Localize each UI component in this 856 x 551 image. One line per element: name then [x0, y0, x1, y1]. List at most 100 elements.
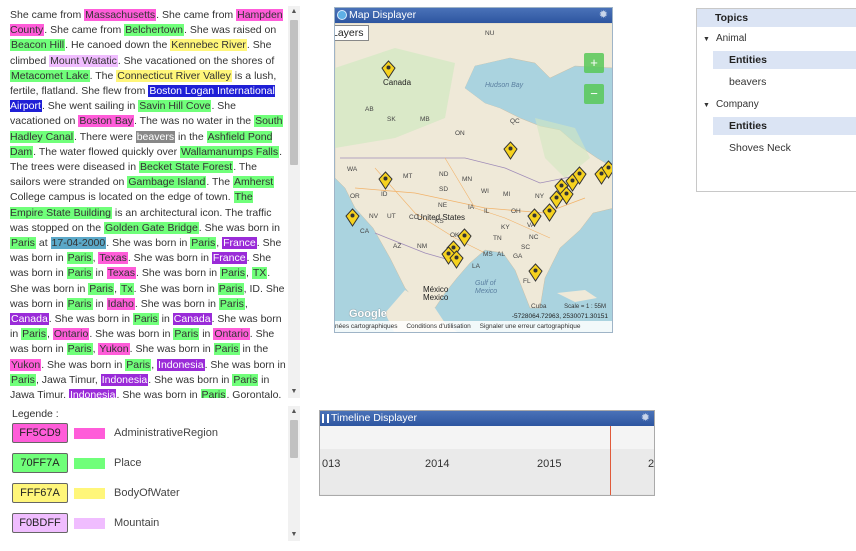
- scroll-up-icon[interactable]: ▲: [288, 6, 300, 18]
- entity-highlight[interactable]: Paris: [88, 282, 115, 295]
- entity-highlight[interactable]: Golden Gate Bridge: [103, 221, 199, 234]
- topic-leaf[interactable]: beavers: [729, 76, 766, 88]
- expand-triangle-icon[interactable]: ▼: [703, 102, 710, 109]
- annotated-text-panel[interactable]: She came from Massachusetts. She came fr…: [0, 0, 300, 398]
- entity-highlight[interactable]: Ontario: [52, 328, 90, 341]
- timeline-event-band[interactable]: [320, 426, 654, 449]
- entity-highlight[interactable]: Paris: [132, 313, 159, 326]
- scroll-thumb[interactable]: [290, 20, 298, 165]
- legend-item[interactable]: F0BDFF Mountain: [12, 512, 159, 534]
- map-label-mt: MT: [403, 173, 413, 180]
- entity-highlight[interactable]: Paris: [232, 373, 259, 386]
- gear-icon[interactable]: ✹: [599, 8, 608, 23]
- map-marker-icon[interactable]: [378, 171, 393, 190]
- entity-highlight[interactable]: Savin Hill Cove: [138, 100, 212, 113]
- entity-highlight[interactable]: Indonesia: [68, 389, 117, 398]
- entity-highlight[interactable]: Texas: [98, 252, 128, 265]
- legend-color-code[interactable]: F0BDFF: [12, 513, 68, 533]
- text-scrollbar[interactable]: ▲ ▼: [288, 6, 300, 398]
- entity-highlight[interactable]: Gambage Island: [127, 176, 207, 189]
- entity-highlight[interactable]: Paris: [217, 282, 244, 295]
- scroll-up-icon[interactable]: ▲: [288, 406, 300, 418]
- entity-highlight[interactable]: Yukon: [98, 343, 130, 356]
- scroll-thumb[interactable]: [290, 420, 298, 458]
- map-label-ca: CA: [360, 228, 370, 235]
- entity-highlight[interactable]: Paris: [220, 267, 246, 280]
- attribution-terms-link[interactable]: Conditions d'utilisation: [406, 323, 470, 330]
- entity-highlight[interactable]: France: [211, 252, 247, 265]
- attribution-data-link[interactable]: nées cartographiques: [335, 323, 398, 330]
- entity-highlight[interactable]: Connecticut River Valley: [116, 69, 232, 82]
- entity-highlight[interactable]: Canada: [172, 313, 212, 326]
- entity-highlight[interactable]: Wallamanumps Falls: [180, 145, 280, 158]
- topic-node-company[interactable]: ▼ Company: [703, 99, 759, 110]
- entity-highlight[interactable]: Paris: [173, 328, 200, 341]
- entity-highlight[interactable]: Becket State Forest: [138, 161, 234, 174]
- legend-color-code[interactable]: FF5CD9: [12, 423, 68, 443]
- legend-color-code[interactable]: 70FF7A: [12, 453, 68, 473]
- entity-highlight[interactable]: Texas: [106, 267, 137, 280]
- timeline-displayer[interactable]: Timeline Displayer ✹ 013 2014 2015 2: [319, 410, 655, 496]
- entity-highlight[interactable]: Yukon: [10, 358, 42, 371]
- zoom-in-button[interactable]: +: [584, 53, 604, 73]
- entity-highlight[interactable]: Metacomet Lake: [10, 69, 90, 82]
- entity-highlight[interactable]: France: [222, 237, 257, 250]
- entity-highlight[interactable]: Ontario: [213, 328, 250, 341]
- entity-highlight[interactable]: 17-04-2000: [50, 237, 107, 250]
- entity-highlight[interactable]: Mount Watatic: [49, 54, 118, 67]
- map-marker-icon[interactable]: [381, 60, 396, 79]
- map-marker-icon[interactable]: [572, 166, 587, 185]
- gear-icon[interactable]: ✹: [641, 411, 650, 426]
- entity-highlight[interactable]: Paris: [125, 358, 152, 371]
- map-label-ab: AB: [365, 106, 374, 113]
- map-marker-icon[interactable]: [528, 263, 543, 282]
- map-displayer[interactable]: Map Displayer ✹ Layers + − Canada Hudson…: [334, 7, 613, 333]
- entity-highlight[interactable]: Paris: [213, 343, 240, 356]
- topic-entities-selected[interactable]: Entities: [713, 51, 856, 69]
- topic-node-animal[interactable]: ▼ Animal: [703, 33, 747, 44]
- entity-highlight[interactable]: Paris: [66, 252, 93, 265]
- entity-highlight[interactable]: Paris: [66, 297, 93, 310]
- entity-highlight[interactable]: beavers: [135, 130, 176, 143]
- entity-highlight[interactable]: Tx: [120, 282, 134, 295]
- entity-highlight[interactable]: Indonesia: [157, 358, 205, 371]
- entity-highlight[interactable]: Amherst: [233, 176, 275, 189]
- legend-item[interactable]: FFF67A BodyOfWater: [12, 482, 180, 504]
- legend-scrollbar[interactable]: ▲ ▼: [288, 406, 300, 541]
- entity-highlight[interactable]: Massachusetts: [84, 9, 157, 21]
- scroll-down-icon[interactable]: ▼: [288, 386, 300, 398]
- entity-highlight[interactable]: Boston Bay: [78, 115, 135, 128]
- map-marker-icon[interactable]: [345, 208, 360, 227]
- entity-highlight[interactable]: Paris: [218, 297, 245, 310]
- entity-highlight[interactable]: Paris: [10, 237, 36, 250]
- plain-text: , Gorontalo,: [226, 389, 282, 398]
- map-marker-icon[interactable]: [527, 208, 542, 227]
- topic-entities-selected[interactable]: Entities: [713, 117, 856, 135]
- legend-item[interactable]: FF5CD9 AdministrativeRegion: [12, 422, 218, 444]
- entity-highlight[interactable]: Idaho: [106, 297, 135, 310]
- layers-button[interactable]: Layers: [335, 25, 369, 41]
- entity-highlight[interactable]: Paris: [21, 328, 48, 341]
- map-marker-icon[interactable]: [449, 250, 464, 269]
- scroll-down-icon[interactable]: ▼: [288, 529, 300, 541]
- topic-leaf[interactable]: Shoves Neck: [729, 142, 791, 154]
- entity-highlight[interactable]: Paris: [10, 373, 36, 386]
- entity-highlight[interactable]: Indonesia: [100, 373, 149, 386]
- expand-triangle-icon[interactable]: ▼: [703, 36, 710, 43]
- entity-highlight[interactable]: Beacon Hill: [10, 39, 66, 52]
- legend-item[interactable]: 70FF7A Place: [12, 452, 142, 474]
- entity-highlight[interactable]: TX: [251, 267, 268, 280]
- attribution-report-link[interactable]: Signaler une erreur cartographique: [480, 323, 581, 330]
- zoom-out-button[interactable]: −: [584, 84, 604, 104]
- entity-highlight[interactable]: Paris: [66, 267, 93, 280]
- entity-highlight[interactable]: Kennebec River: [170, 39, 247, 52]
- entity-highlight[interactable]: Paris: [190, 237, 217, 250]
- entity-highlight[interactable]: Belchertown: [124, 24, 185, 37]
- map-marker-icon[interactable]: [601, 160, 613, 179]
- entity-highlight[interactable]: Paris: [66, 343, 93, 356]
- map-label-nu: NU: [485, 30, 495, 37]
- map-marker-icon[interactable]: [503, 141, 518, 160]
- legend-color-code[interactable]: FFF67A: [12, 483, 68, 503]
- entity-highlight[interactable]: Paris: [200, 389, 227, 398]
- entity-highlight[interactable]: Canada: [10, 313, 49, 326]
